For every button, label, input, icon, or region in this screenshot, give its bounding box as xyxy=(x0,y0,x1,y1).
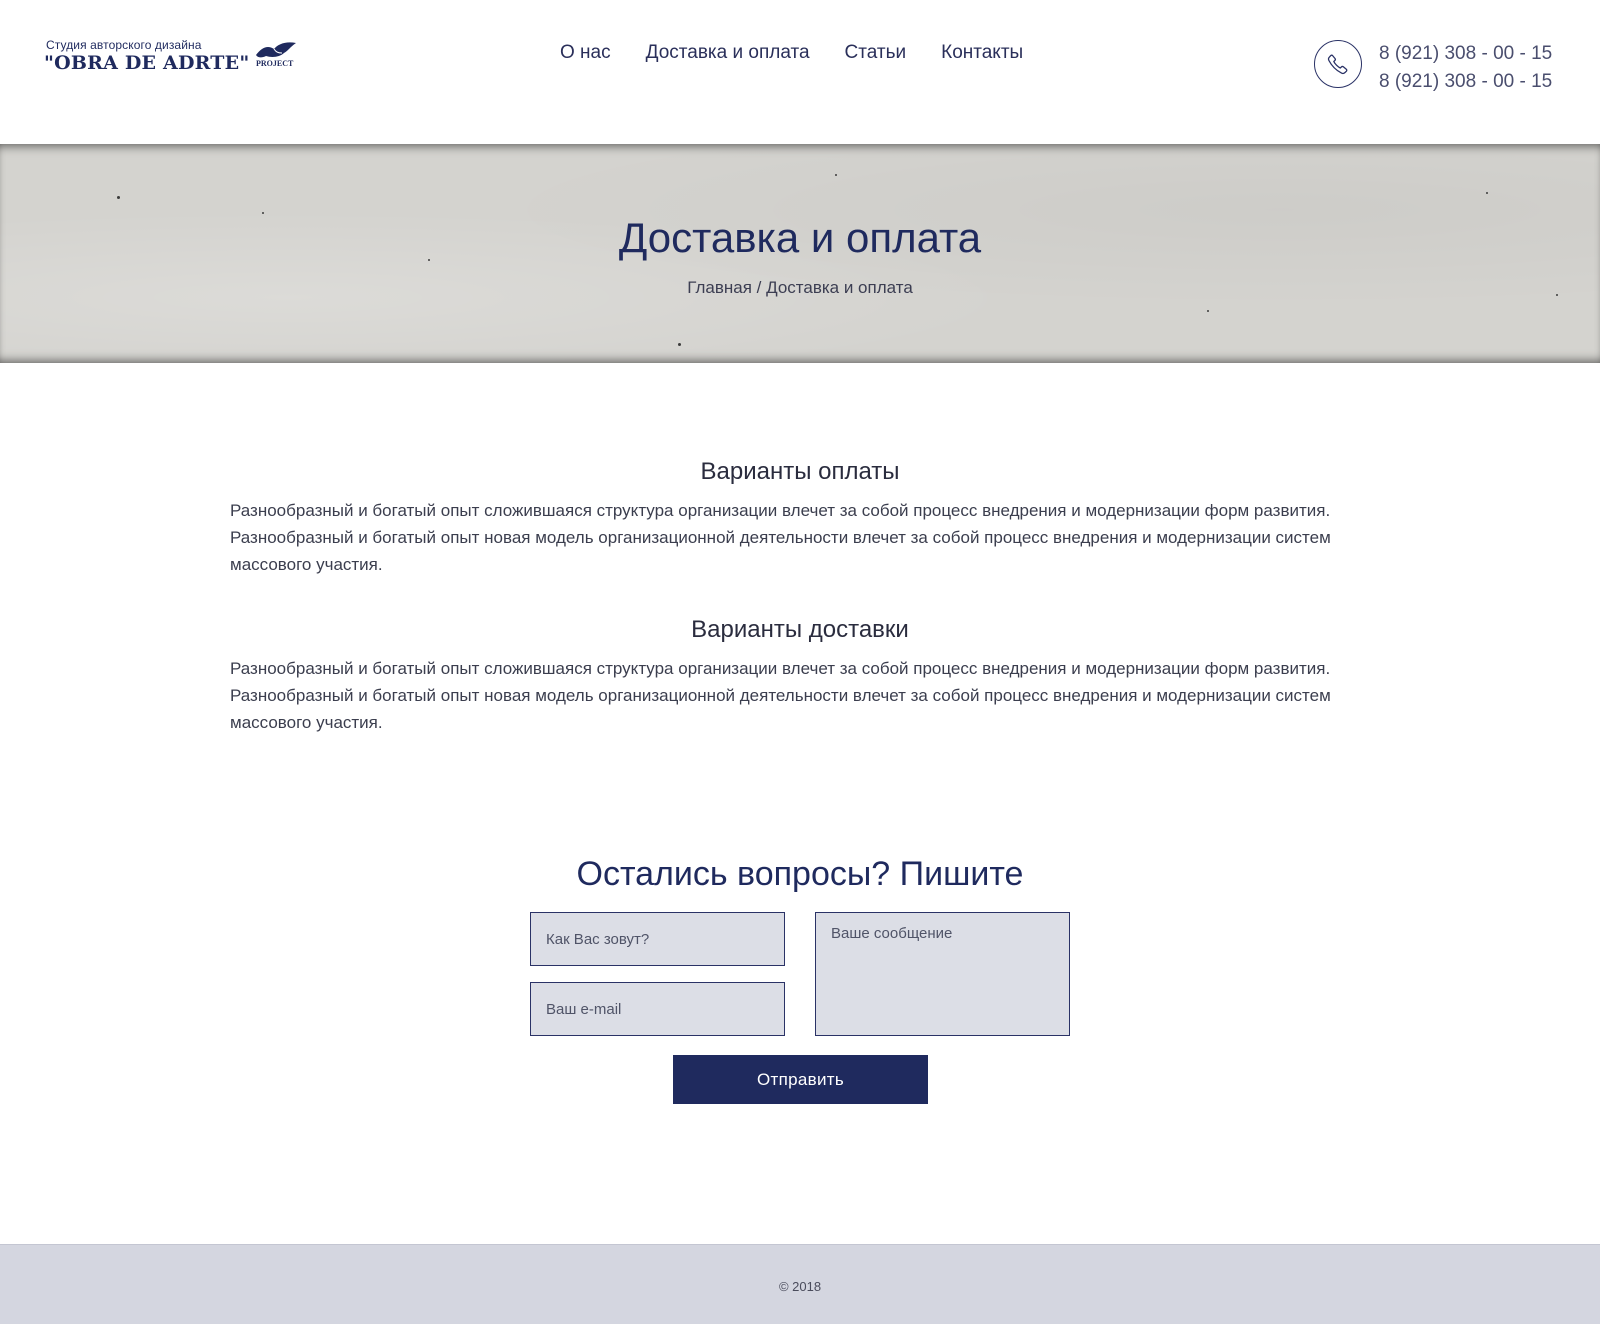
name-input[interactable] xyxy=(530,912,785,966)
delivery-section: Варианты доставки Разнообразный и богаты… xyxy=(230,615,1370,736)
breadcrumb: Главная / Доставка и оплата xyxy=(0,276,1600,300)
submit-button[interactable]: Отправить xyxy=(673,1055,928,1104)
page-hero: Доставка и оплата Главная / Доставка и о… xyxy=(0,144,1600,363)
email-input[interactable] xyxy=(530,982,785,1036)
phone-icon[interactable] xyxy=(1314,40,1362,88)
logo-name: "OBRA DE ADRTE" xyxy=(44,52,250,74)
contact-form-title: Остались вопросы? Пишите xyxy=(576,855,1024,893)
phone-glyph-icon xyxy=(1327,54,1348,75)
delivery-text: Разнообразный и богатый опыт сложившаяся… xyxy=(230,659,1331,732)
logo-suffix: PROJECT xyxy=(256,59,294,68)
phone-numbers: 8 (921) 308 - 00 - 15 8 (921) 308 - 00 -… xyxy=(1379,40,1552,96)
message-textarea[interactable] xyxy=(815,912,1070,1036)
site-header: Студия авторского дизайна "OBRA DE ADRTE… xyxy=(0,0,1600,144)
breadcrumb-home[interactable]: Главная xyxy=(687,278,752,297)
payment-heading: Варианты оплаты xyxy=(700,458,900,485)
phone-number-2[interactable]: 8 (921) 308 - 00 - 15 xyxy=(1379,68,1552,96)
breadcrumb-separator: / xyxy=(751,278,767,297)
nav-item-about[interactable]: О нас xyxy=(560,40,611,66)
payment-section: Варианты оплаты Разнообразный и богатый … xyxy=(230,457,1370,578)
nav-item-articles[interactable]: Статьи xyxy=(845,40,907,66)
copyright-text: © 2018 xyxy=(778,1279,822,1294)
nav-item-delivery[interactable]: Доставка и оплата xyxy=(646,40,810,66)
delivery-heading: Варианты доставки xyxy=(691,616,909,643)
main-nav: О нас Доставка и оплата Статьи Контакты xyxy=(560,40,1058,66)
phone-number-1[interactable]: 8 (921) 308 - 00 - 15 xyxy=(1379,40,1552,68)
breadcrumb-current: Доставка и оплата xyxy=(766,278,913,297)
nav-item-contacts[interactable]: Контакты xyxy=(941,40,1023,66)
payment-text: Разнообразный и богатый опыт сложившаяся… xyxy=(230,501,1331,574)
page-title: Доставка и оплата xyxy=(618,214,982,261)
site-footer: © 2018 xyxy=(0,1244,1600,1324)
logo[interactable]: Студия авторского дизайна "OBRA DE ADRTE… xyxy=(44,38,304,78)
logo-tagline: Студия авторского дизайна xyxy=(46,38,202,52)
